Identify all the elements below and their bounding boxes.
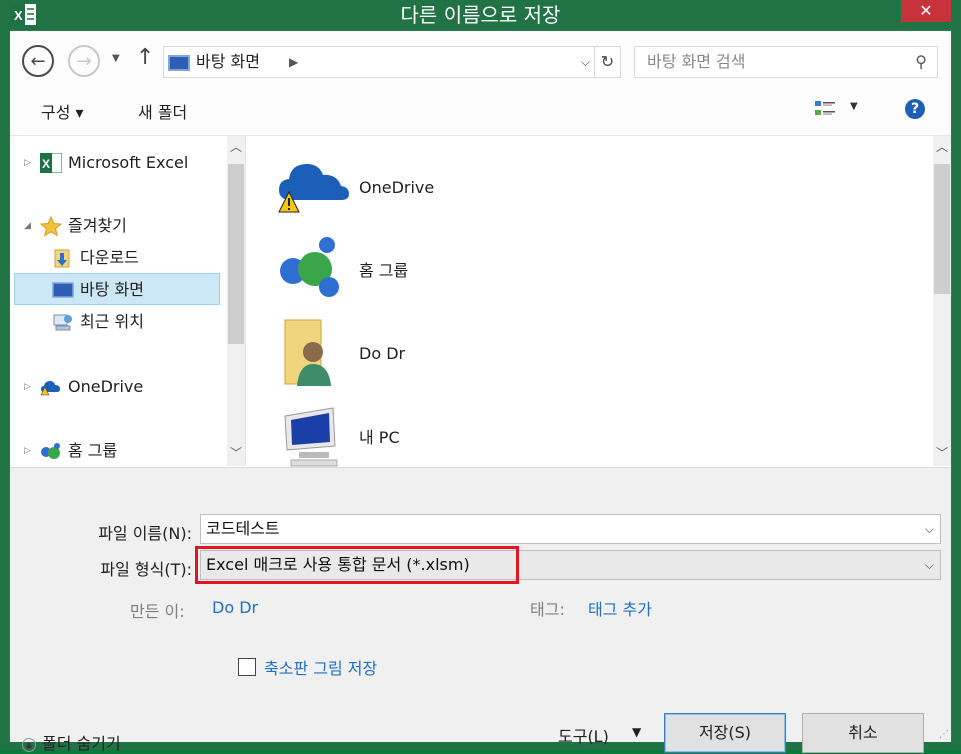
save-options-form: 파일 이름(N): 코드테스트 ⌵ 파일 형식(T): Excel 매크로 사용… xyxy=(10,467,951,753)
filename-label: 파일 이름(N): xyxy=(98,524,192,543)
nav-item-label: Microsoft Excel xyxy=(68,153,189,172)
new-folder-button[interactable]: 새 폴더 xyxy=(138,99,187,123)
file-list-scrollbar[interactable]: ︿ ﹀ xyxy=(933,136,951,466)
scroll-up-icon[interactable]: ︿ xyxy=(227,138,245,158)
tools-dropdown-icon[interactable]: ▼ xyxy=(632,725,641,739)
nav-item-label: 바탕 화면 xyxy=(80,280,144,299)
scroll-up-icon[interactable]: ︿ xyxy=(933,138,951,158)
search-box[interactable]: 바탕 화면 검색 ⚲ xyxy=(634,46,938,78)
expand-arrow-icon[interactable]: ▷ xyxy=(24,372,31,402)
svg-text:X: X xyxy=(42,157,50,171)
list-item-label: 홈 그룹 xyxy=(359,261,409,280)
arrow-up-icon: ↑ xyxy=(136,45,155,70)
filename-field[interactable]: 코드테스트 ⌵ xyxy=(200,514,941,544)
dialog-client: ← → ▼ ↑ 바탕 화면 ▶ ⌵ ↻ 바탕 화면 검색 ⚲ 구성 ▾ 새 폴더 xyxy=(9,30,952,753)
list-item-homegroup[interactable]: 홈 그룹 xyxy=(277,231,577,311)
list-item-label: Do Dr xyxy=(359,344,406,363)
chevron-down-icon[interactable]: ⌵ xyxy=(925,551,934,579)
recent-locations-dropdown[interactable]: ▼ xyxy=(112,53,120,64)
chevron-down-icon: ▼ xyxy=(850,101,858,112)
help-icon[interactable]: ? xyxy=(905,99,925,119)
nav-item-label: 홈 그룹 xyxy=(68,441,118,460)
refresh-button[interactable]: ↻ xyxy=(595,46,621,78)
onedrive-warning-icon xyxy=(278,164,349,213)
window-title: 다른 이름으로 저장 xyxy=(400,3,561,27)
recent-places-icon xyxy=(53,314,72,331)
resize-grip-icon[interactable]: ⋰ xyxy=(939,729,949,740)
breadcrumb-arrow-icon[interactable]: ▶ xyxy=(289,47,298,77)
refresh-icon: ↻ xyxy=(600,52,615,71)
scrollbar-thumb[interactable] xyxy=(228,164,244,344)
view-options-icon[interactable] xyxy=(814,99,836,119)
save-thumbnail-checkbox[interactable] xyxy=(238,658,256,676)
add-tag-link[interactable]: 태그 추가 xyxy=(588,596,652,620)
top-bar: ← → ▼ ↑ 바탕 화면 ▶ ⌵ ↻ 바탕 화면 검색 ⚲ 구성 ▾ 새 폴더 xyxy=(10,31,951,136)
homegroup-icon xyxy=(41,443,60,459)
computer-icon xyxy=(284,407,338,467)
file-list: OneDrive 홈 그룹 Do Dr 내 PC ︿ ﹀ xyxy=(247,136,951,467)
save-as-dialog: X 다른 이름으로 저장 ✕ ← → ▼ ↑ 바탕 화면 ▶ ⌵ ↻ 바탕 화면… xyxy=(0,0,961,753)
arrow-left-icon: ← xyxy=(30,50,46,72)
scrollbar-thumb[interactable] xyxy=(934,164,950,294)
expand-arrow-icon[interactable]: ▷ xyxy=(24,148,31,178)
save-button[interactable]: 저장(S) xyxy=(664,713,786,753)
author-label: 만든 이: xyxy=(130,602,185,621)
list-item-this-pc[interactable]: 내 PC xyxy=(277,398,577,478)
close-button[interactable]: ✕ xyxy=(901,0,951,22)
forward-button[interactable]: → xyxy=(68,45,100,77)
tags-label: 태그: xyxy=(530,600,565,619)
list-item-label: OneDrive xyxy=(359,178,435,197)
nav-item-label: 최근 위치 xyxy=(80,312,144,331)
up-button[interactable]: ↑ xyxy=(136,45,154,70)
nav-pane-scrollbar[interactable]: ︿ ﹀ xyxy=(227,136,245,466)
user-folder-icon xyxy=(284,319,331,386)
hide-folders-button[interactable]: ▲ 폴더 숨기기 xyxy=(22,730,121,754)
list-item-user-folder[interactable]: Do Dr xyxy=(277,314,577,394)
author-link[interactable]: Do Dr xyxy=(212,598,258,617)
list-item-onedrive[interactable]: OneDrive xyxy=(277,148,577,228)
search-icon[interactable]: ⚲ xyxy=(915,47,927,77)
desktop-icon xyxy=(168,55,190,71)
search-input[interactable]: 바탕 화면 검색 xyxy=(647,47,746,77)
collapse-arrow-icon[interactable]: ◢ xyxy=(24,211,31,241)
hide-folders-label: 폴더 숨기기 xyxy=(42,734,121,753)
nav-item-label: 즐겨찾기 xyxy=(68,216,127,235)
list-item-label: 내 PC xyxy=(359,428,400,447)
annotation-highlight-box xyxy=(195,546,519,584)
tools-button[interactable]: 도구(L) xyxy=(558,723,609,747)
scroll-down-icon[interactable]: ﹀ xyxy=(227,444,245,464)
navigation-pane: ▷ X Microsoft Excel ◢ 즐겨찾기 다운로드 바탕 화면 최근… xyxy=(10,136,246,466)
onedrive-icon xyxy=(40,381,60,396)
title-bar: X 다른 이름으로 저장 ✕ xyxy=(0,0,961,30)
filetype-label: 파일 형식(T): xyxy=(100,560,192,579)
view-dropdown[interactable]: ▼ xyxy=(850,101,858,112)
nav-item-label: OneDrive xyxy=(68,377,144,396)
excel-icon: X xyxy=(40,153,62,173)
expand-arrow-icon[interactable]: ▷ xyxy=(24,436,31,466)
scroll-down-icon[interactable]: ﹀ xyxy=(933,444,951,464)
downloads-folder-icon xyxy=(54,249,70,268)
organize-button[interactable]: 구성 ▾ xyxy=(41,99,84,123)
arrow-right-icon: → xyxy=(76,50,92,72)
back-button[interactable]: ← xyxy=(22,45,54,77)
desktop-icon xyxy=(52,282,74,298)
chevron-down-icon: ▼ xyxy=(112,53,120,64)
collapse-up-icon: ▲ xyxy=(22,737,36,752)
address-bar[interactable]: 바탕 화면 ▶ ⌵ xyxy=(163,46,595,78)
breadcrumb[interactable]: 바탕 화면 xyxy=(196,47,260,77)
address-dropdown[interactable]: ⌵ xyxy=(581,47,590,77)
save-thumbnail-label[interactable]: 축소판 그림 저장 xyxy=(264,655,377,679)
cancel-button[interactable]: 취소 xyxy=(802,713,924,753)
chevron-down-icon[interactable]: ⌵ xyxy=(925,515,934,543)
nav-item-label: 다운로드 xyxy=(80,248,139,267)
homegroup-icon xyxy=(280,237,339,297)
star-icon xyxy=(40,216,62,236)
filename-input[interactable]: 코드테스트 xyxy=(206,515,280,543)
